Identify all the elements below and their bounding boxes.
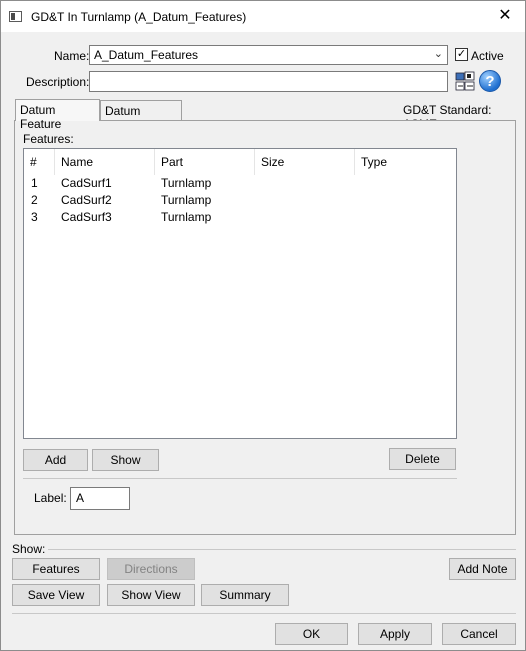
add-note-button[interactable]: Add Note: [449, 558, 516, 580]
tab-datum-targets[interactable]: Datum Targets: [100, 100, 182, 132]
cell-part: Turnlamp: [161, 210, 212, 224]
summary-button[interactable]: Summary: [201, 584, 289, 606]
active-label: Active: [471, 49, 504, 63]
help-icon[interactable]: ?: [479, 70, 501, 92]
cell-name: CadSurf3: [61, 210, 112, 224]
apply-button[interactable]: Apply: [358, 623, 432, 645]
name-value: A_Datum_Features: [94, 48, 199, 62]
cell-part: Turnlamp: [161, 176, 212, 190]
name-combobox[interactable]: A_Datum_Features ⌄: [89, 45, 448, 65]
features-label: Features:: [23, 132, 74, 146]
column-header-name[interactable]: Name: [55, 149, 155, 175]
window-icon: [9, 11, 22, 22]
datum-label-label: Label:: [34, 491, 67, 505]
window-title: GD&T In Turnlamp (A_Datum_Features): [31, 10, 247, 24]
title-bar: GD&T In Turnlamp (A_Datum_Features) ✕: [1, 1, 525, 32]
divider: [12, 613, 516, 614]
ok-button[interactable]: OK: [275, 623, 348, 645]
features-button[interactable]: Features: [12, 558, 100, 580]
column-header-type[interactable]: Type: [355, 149, 455, 175]
save-view-button[interactable]: Save View: [12, 584, 100, 606]
chevron-down-icon[interactable]: ⌄: [434, 47, 443, 60]
cell-name: CadSurf2: [61, 193, 112, 207]
show-section-label: Show:: [12, 542, 46, 556]
directions-button: Directions: [107, 558, 195, 580]
column-header-part[interactable]: Part: [155, 149, 255, 175]
tab-datum-feature[interactable]: Datum Feature: [15, 99, 100, 131]
close-button[interactable]: ✕: [485, 1, 525, 32]
description-label: Description:: [26, 75, 90, 89]
delete-button[interactable]: Delete: [389, 448, 456, 470]
cell-number: 1: [31, 176, 38, 190]
active-checkbox[interactable]: ✓: [455, 48, 468, 61]
table-row[interactable]: 3 CadSurf3 Turnlamp: [24, 209, 456, 226]
divider: [48, 549, 516, 550]
datum-label-field[interactable]: A: [70, 487, 130, 510]
column-header-size[interactable]: Size: [255, 149, 355, 175]
table-row[interactable]: 2 CadSurf2 Turnlamp: [24, 192, 456, 209]
cell-part: Turnlamp: [161, 193, 212, 207]
cancel-button[interactable]: Cancel: [442, 623, 516, 645]
name-label: Name:: [54, 49, 90, 63]
show-button[interactable]: Show: [92, 449, 159, 471]
table-row[interactable]: 1 CadSurf1 Turnlamp: [24, 175, 456, 192]
add-button[interactable]: Add: [23, 449, 88, 471]
datum-grid-icon[interactable]: [455, 71, 475, 91]
cell-number: 3: [31, 210, 38, 224]
cell-number: 2: [31, 193, 38, 207]
cell-name: CadSurf1: [61, 176, 112, 190]
divider: [23, 478, 457, 479]
show-view-button[interactable]: Show View: [107, 584, 195, 606]
description-field[interactable]: [89, 71, 448, 92]
dialog-window: GD&T In Turnlamp (A_Datum_Features) ✕ Na…: [0, 0, 526, 651]
column-header-number[interactable]: #: [24, 149, 55, 175]
features-list[interactable]: # Name Part Size Type 1 CadSurf1 Turnlam…: [23, 148, 457, 439]
